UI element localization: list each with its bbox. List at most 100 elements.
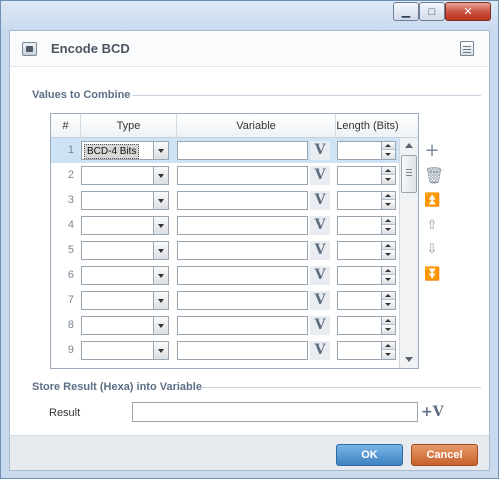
stepper-down-icon[interactable] — [382, 301, 395, 309]
values-section-title: Values to Combine — [32, 89, 131, 101]
type-select[interactable] — [81, 166, 169, 185]
type-select[interactable]: BCD-4 Bits — [81, 141, 169, 160]
variable-picker-button[interactable]: V — [310, 191, 330, 210]
variable-input[interactable] — [177, 316, 308, 335]
type-select[interactable] — [81, 241, 169, 260]
row-number: 8 — [67, 319, 74, 331]
length-stepper[interactable] — [337, 341, 396, 360]
scroll-down-icon[interactable] — [400, 352, 418, 368]
variable-input[interactable] — [177, 291, 308, 310]
length-stepper[interactable] — [337, 316, 396, 335]
variable-picker-button[interactable]: V — [310, 166, 330, 185]
stepper-down-icon[interactable] — [382, 176, 395, 184]
table-row[interactable]: 9V — [51, 338, 399, 363]
stepper-up-icon[interactable] — [382, 192, 395, 200]
ok-button[interactable]: OK — [336, 444, 403, 466]
table-row[interactable]: 4V — [51, 213, 399, 238]
maximize-button[interactable]: □ — [419, 2, 445, 21]
variable-picker-button[interactable]: V — [310, 316, 330, 335]
values-grid: # Type Variable Length (Bits) 1 BCD-4 Bit… — [50, 113, 419, 369]
variable-input[interactable] — [177, 241, 308, 260]
variable-input[interactable] — [177, 341, 308, 360]
variable-input[interactable] — [177, 216, 308, 235]
chevron-down-icon[interactable] — [153, 242, 168, 259]
column-header-variable: Variable — [177, 114, 336, 138]
table-row[interactable]: 1 BCD-4 Bits V — [51, 138, 399, 163]
stepper-up-icon[interactable] — [382, 317, 395, 325]
scroll-up-icon[interactable] — [400, 138, 418, 154]
minimize-button[interactable]: ▁ — [393, 2, 419, 21]
length-stepper[interactable] — [337, 166, 396, 185]
length-stepper[interactable] — [337, 216, 396, 235]
variable-picker-button[interactable]: V — [310, 266, 330, 285]
result-section-title: Store Result (Hexa) into Variable — [32, 381, 202, 393]
type-select[interactable] — [81, 216, 169, 235]
chevron-down-icon[interactable] — [153, 292, 168, 309]
add-icon[interactable]: + — [424, 142, 440, 160]
close-button[interactable]: ✕ — [445, 2, 491, 21]
variable-input[interactable] — [177, 266, 308, 285]
chevron-down-icon[interactable] — [153, 342, 168, 359]
stepper-down-icon[interactable] — [382, 351, 395, 359]
table-row[interactable]: 6V — [51, 263, 399, 288]
stepper-down-icon[interactable] — [382, 276, 395, 284]
help-icon[interactable] — [460, 41, 474, 56]
delete-icon[interactable]: 🗑 — [424, 168, 444, 184]
type-select[interactable] — [81, 191, 169, 210]
move-bottom-icon[interactable]: ⏬ — [424, 267, 440, 283]
variable-picker-button[interactable]: V — [310, 291, 330, 310]
type-select[interactable] — [81, 291, 169, 310]
stepper-up-icon[interactable] — [382, 142, 395, 150]
length-stepper[interactable] — [337, 291, 396, 310]
chevron-down-icon[interactable] — [153, 217, 168, 234]
move-down-icon[interactable]: ⇩ — [424, 242, 440, 258]
stepper-down-icon[interactable] — [382, 151, 395, 159]
chevron-down-icon[interactable] — [153, 142, 168, 159]
chevron-down-icon[interactable] — [153, 167, 168, 184]
stepper-buttons — [381, 317, 395, 334]
chevron-down-icon[interactable] — [153, 317, 168, 334]
stepper-up-icon[interactable] — [382, 342, 395, 350]
variable-picker-button[interactable]: V — [310, 241, 330, 260]
title-bar[interactable]: ▁ □ ✕ — [1, 1, 498, 29]
length-stepper[interactable] — [337, 241, 396, 260]
move-top-icon[interactable]: ⏫ — [424, 193, 440, 209]
stepper-down-icon[interactable] — [382, 326, 395, 334]
table-row[interactable]: 3V — [51, 188, 399, 213]
type-select[interactable] — [81, 341, 169, 360]
table-row[interactable]: 7V — [51, 288, 399, 313]
stepper-down-icon[interactable] — [382, 226, 395, 234]
variable-picker-button[interactable]: V — [310, 341, 330, 360]
stepper-down-icon[interactable] — [382, 201, 395, 209]
stepper-up-icon[interactable] — [382, 267, 395, 275]
length-stepper[interactable] — [337, 141, 396, 160]
variable-input[interactable] — [177, 141, 308, 160]
stepper-buttons — [381, 192, 395, 209]
variable-picker-button[interactable]: V — [310, 216, 330, 235]
add-variable-button[interactable]: +V — [421, 403, 444, 422]
type-select[interactable] — [81, 266, 169, 285]
stepper-up-icon[interactable] — [382, 167, 395, 175]
type-select[interactable] — [81, 316, 169, 335]
stepper-up-icon[interactable] — [382, 242, 395, 250]
result-variable-input[interactable] — [132, 402, 418, 422]
variable-input[interactable] — [177, 166, 308, 185]
length-stepper[interactable] — [337, 191, 396, 210]
table-row[interactable]: 2V — [51, 163, 399, 188]
variable-picker-button[interactable]: V — [310, 141, 330, 160]
table-row[interactable]: 5V — [51, 238, 399, 263]
stepper-up-icon[interactable] — [382, 217, 395, 225]
length-stepper[interactable] — [337, 266, 396, 285]
chevron-down-icon[interactable] — [153, 267, 168, 284]
stepper-down-icon[interactable] — [382, 251, 395, 259]
grid-scrollbar[interactable] — [399, 138, 418, 368]
row-number: 3 — [67, 194, 74, 206]
variable-input[interactable] — [177, 191, 308, 210]
chevron-down-icon[interactable] — [153, 192, 168, 209]
table-row[interactable]: 8V — [51, 313, 399, 338]
move-up-icon[interactable]: ⇧ — [424, 218, 440, 234]
scroll-thumb[interactable] — [401, 155, 417, 193]
cancel-button[interactable]: Cancel — [411, 444, 478, 466]
stepper-up-icon[interactable] — [382, 292, 395, 300]
action-icon — [22, 42, 37, 56]
